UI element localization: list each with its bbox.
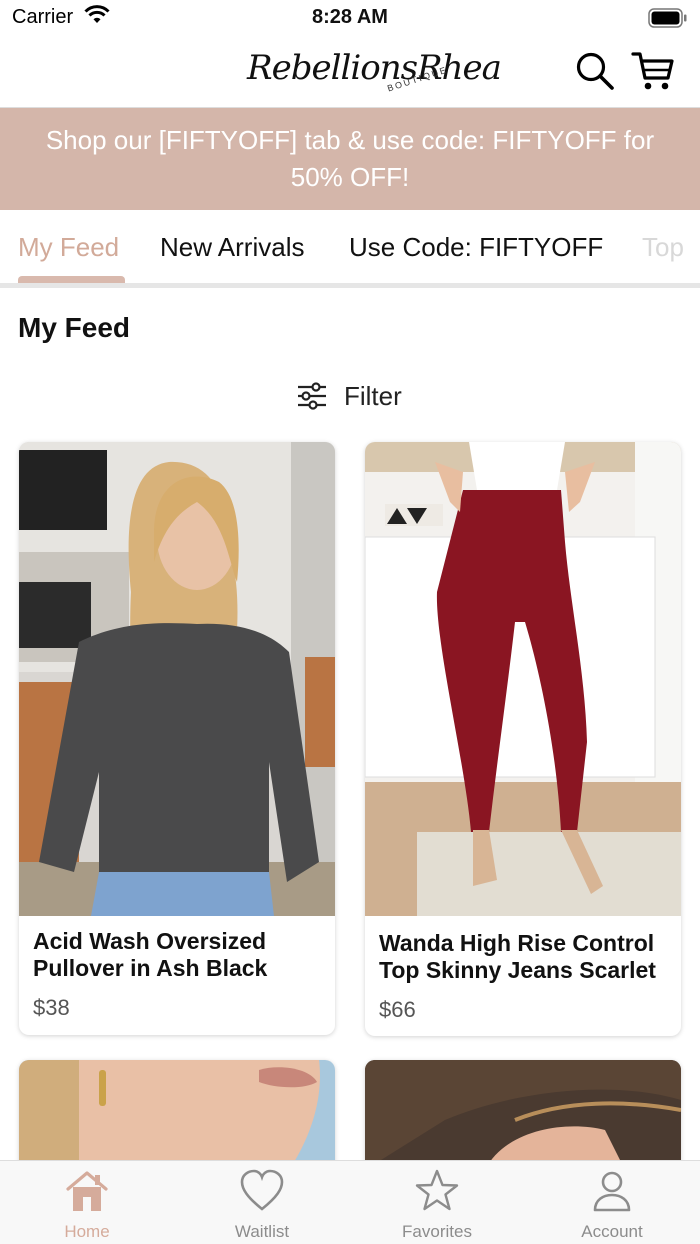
tabbar-label: Account [581, 1222, 643, 1241]
tabbar-label: Home [64, 1222, 110, 1241]
home-icon [66, 1171, 108, 1211]
tabbar-waitlist[interactable]: Waitlist [192, 1169, 332, 1242]
product-price: $38 [33, 995, 70, 1020]
promo-banner[interactable]: Shop our [FIFTYOFF] tab & use code: FIFT… [0, 108, 700, 210]
tab-my-feed[interactable]: My Feed [18, 232, 119, 263]
filter-label: Filter [344, 380, 402, 411]
tabbar-favorites[interactable]: Favorites [367, 1169, 507, 1242]
app-header: RebellionsRhea BOUTIQUE [0, 36, 700, 108]
tabbar-account[interactable]: Account [542, 1169, 682, 1242]
page-title: My Feed [18, 312, 131, 343]
cart-button[interactable] [630, 48, 676, 94]
search-button[interactable] [574, 50, 616, 92]
battery-icon [648, 8, 688, 33]
product-card[interactable] [365, 1060, 681, 1170]
person-icon [593, 1171, 631, 1212]
heart-icon [240, 1169, 284, 1211]
product-card[interactable] [19, 1060, 335, 1170]
filter-icon [298, 382, 326, 410]
product-image[interactable] [365, 442, 681, 916]
tabbar-label: Waitlist [234, 1222, 290, 1241]
cart-icon [631, 52, 674, 90]
tabbar-home[interactable]: Home [17, 1169, 157, 1242]
product-image[interactable] [19, 442, 335, 916]
category-tabs: My Feed New Arrivals Use Code: FIFTYOFF … [0, 210, 700, 288]
star-icon [415, 1169, 459, 1211]
product-name[interactable]: Acid Wash Oversized Pullover in Ash Blac… [33, 928, 323, 982]
tab-use-code[interactable]: Use Code: FIFTYOFF [349, 232, 603, 263]
product-price: $66 [379, 997, 416, 1022]
bottom-tab-bar: Home Waitlist Favorites Account [0, 1160, 700, 1244]
active-tab-indicator [18, 276, 125, 283]
tabbar-label: Favorites [402, 1222, 472, 1241]
filter-button[interactable]: Filter [296, 376, 402, 416]
product-image[interactable] [19, 1060, 335, 1170]
product-card[interactable]: Acid Wash Oversized Pullover in Ash Blac… [19, 442, 335, 1035]
product-name[interactable]: Wanda High Rise Control Top Skinny Jeans… [379, 930, 669, 984]
product-card[interactable]: Wanda High Rise Control Top Skinny Jeans… [365, 442, 681, 1036]
promo-text: Shop our [FIFTYOFF] tab & use code: FIFT… [45, 125, 655, 192]
tab-top[interactable]: Top [642, 232, 684, 263]
search-icon [576, 52, 614, 90]
logo-wordmark: RebellionsRhea [247, 48, 502, 88]
status-bar: Carrier 8:28 AM [0, 0, 700, 36]
brand-logo[interactable]: RebellionsRhea BOUTIQUE [245, 38, 502, 102]
product-image[interactable] [365, 1060, 681, 1170]
clock: 8:28 AM [312, 6, 388, 28]
tab-new-arrivals[interactable]: New Arrivals [160, 232, 304, 263]
